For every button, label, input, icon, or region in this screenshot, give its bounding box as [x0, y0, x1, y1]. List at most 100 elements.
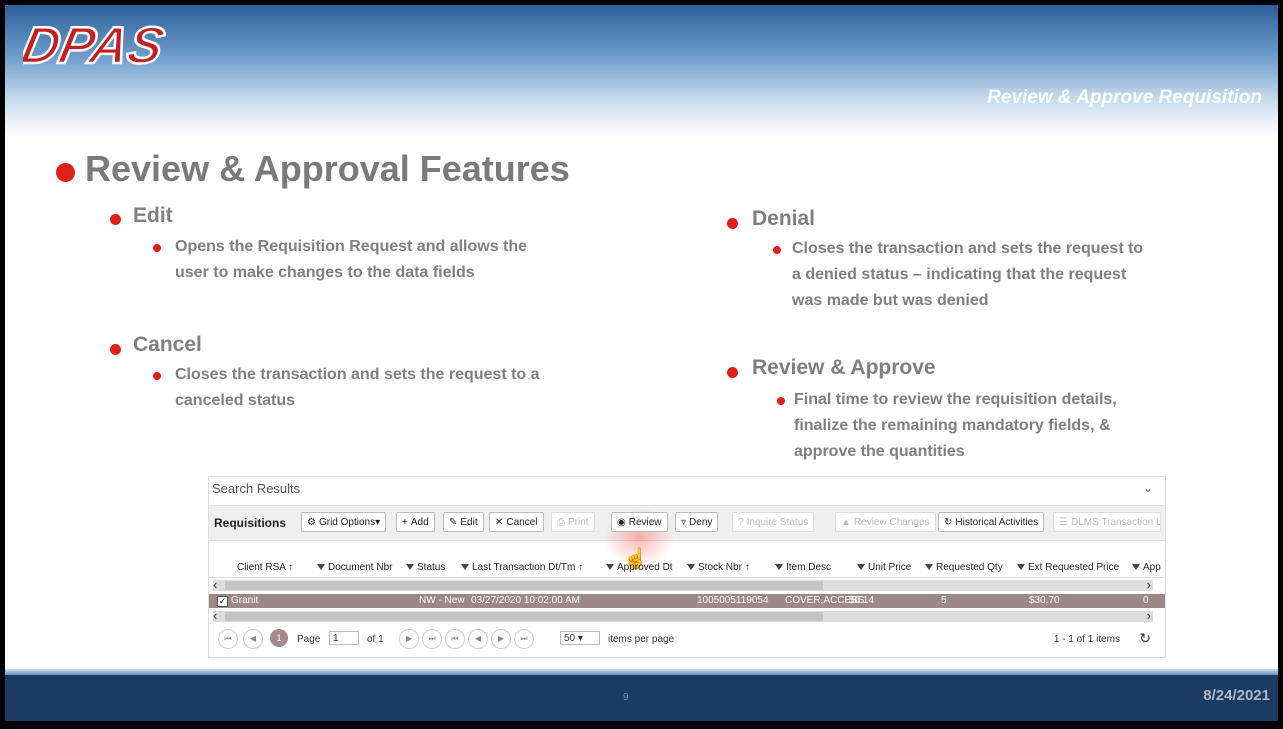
filter-icon[interactable] — [775, 564, 783, 571]
scroll-left-icon[interactable]: ‹ — [213, 608, 217, 623]
deny-button[interactable]: ▿ Deny — [675, 512, 719, 532]
filter-icon[interactable] — [606, 564, 614, 571]
inquire-status-label: Inquire Status — [746, 517, 809, 528]
scroll-left-icon[interactable]: ‹ — [213, 577, 217, 592]
cancel-button[interactable]: ✕ Cancel — [489, 512, 544, 532]
column-label: Stock Nbr — [698, 562, 742, 573]
bullet-icon — [110, 214, 121, 225]
dlms-transaction-label: DLMS Transaction L — [1070, 517, 1161, 528]
denial-detail-line-1: Closes the transaction and sets the requ… — [792, 240, 1144, 257]
historical-activities-button[interactable]: ↻ Historical Activities — [938, 512, 1045, 532]
column-document-nbr[interactable]: Document Nbr — [317, 562, 392, 573]
column-label: Approved Dt — [617, 562, 673, 573]
dpas-logo: DPAS — [23, 15, 171, 75]
edit-button-label: Edit — [460, 517, 478, 528]
last-page-icon[interactable]: ⏭ — [422, 629, 442, 649]
print-button[interactable]: ⎙ Print — [551, 512, 595, 532]
column-client-rsa[interactable]: Client RSA ↑ — [237, 562, 293, 573]
inquire-status-button[interactable]: ? Inquire Status — [732, 512, 815, 532]
bullet-icon — [727, 367, 738, 378]
scroll-right-icon[interactable]: › — [1147, 577, 1151, 592]
column-header-row: Client RSA ↑ Document Nbr Status Last Tr… — [209, 559, 1165, 578]
review-approve-detail-line-2: finalize the remaining mandatory fields,… — [794, 417, 1111, 434]
grid-toolbar: Requisitions ⚙ Grid Options▾ + Add ✎ Edit ✕… — [209, 505, 1165, 570]
column-requested-qty[interactable]: Requested Qty — [925, 562, 1003, 573]
add-button[interactable]: + Add — [396, 512, 435, 532]
column-stock-nbr[interactable]: Stock Nbr ↑ — [687, 562, 750, 573]
column-label: Item Desc — [786, 562, 832, 573]
grid-options-button[interactable]: ⚙ Grid Options▾ — [301, 512, 387, 532]
column-label: Document Nbr — [328, 562, 393, 573]
gear-icon: ⚙ — [307, 517, 316, 528]
review-approve-detail-line-1: Final time to review the requisition det… — [794, 391, 1117, 408]
column-label: Unit Price — [868, 562, 912, 573]
cell-stock-nbr: 1005005119054 — [697, 595, 769, 606]
prev-page-icon[interactable]: ◀ — [468, 629, 488, 649]
sort-arrow-icon: ↑ — [578, 562, 584, 573]
review-changes-label: Review Changes — [853, 517, 930, 528]
chevron-down-icon[interactable]: ⌄ — [1143, 481, 1153, 495]
footer-bar: 9 8/24/2021 — [5, 675, 1278, 721]
column-status[interactable]: Status — [406, 562, 445, 573]
cell-last-transaction: 03/27/2020 10:02:00 AM — [471, 595, 580, 606]
scrollbar-thumb[interactable] — [225, 581, 823, 590]
pencil-icon: ✎ — [449, 517, 458, 528]
edit-button[interactable]: ✎ Edit — [443, 512, 484, 532]
page-number-input[interactable]: 1 — [329, 631, 359, 645]
deny-label: Deny — [689, 517, 713, 528]
review-label: Review — [628, 517, 662, 528]
next-page-icon[interactable]: ▶ — [399, 629, 419, 649]
page-size-value: 50 — [564, 633, 576, 644]
filter-icon[interactable] — [461, 564, 469, 571]
column-app[interactable]: App — [1132, 562, 1161, 573]
table-row[interactable]: ✓ Granit NW - New 03/27/2020 10:02:00 AM… — [209, 594, 1165, 608]
scrollbar-thumb[interactable] — [225, 612, 823, 621]
row-checkbox[interactable]: ✓ — [217, 596, 228, 607]
bullet-icon — [727, 218, 738, 229]
first-page-icon[interactable]: ⏮ — [445, 629, 465, 649]
pager-summary: 1 - 1 of 1 items — [1053, 634, 1120, 645]
close-icon: ✕ — [495, 517, 504, 528]
filter-icon[interactable] — [1017, 564, 1025, 571]
refresh-icon[interactable]: ↻ — [1139, 630, 1151, 647]
top-horizontal-scrollbar[interactable]: ‹ › — [213, 577, 1153, 592]
bullet-icon — [110, 344, 121, 355]
add-label: Add — [410, 517, 429, 528]
page-size-select[interactable]: 50 ▾ — [560, 631, 600, 645]
filter-icon[interactable] — [925, 564, 933, 571]
column-unit-price[interactable]: Unit Price — [857, 562, 911, 573]
bullet-icon — [777, 397, 785, 405]
filter-icon[interactable] — [406, 564, 414, 571]
prev-page-icon[interactable]: ◀ — [243, 629, 263, 649]
review-changes-button[interactable]: ▲ Review Changes — [835, 512, 936, 532]
column-last-transaction[interactable]: Last Transaction Dt/Tm ↑ — [461, 562, 583, 573]
filter-icon[interactable] — [1132, 564, 1140, 571]
cell-status: NW - New — [419, 595, 465, 606]
last-page-icon[interactable]: ⏭ — [514, 629, 534, 649]
cancel-detail-line-2: canceled status — [175, 392, 296, 409]
column-label: Status — [417, 562, 446, 573]
filter-icon[interactable] — [687, 564, 695, 571]
edit-detail-line-2: user to make changes to the data fields — [175, 264, 475, 281]
bottom-horizontal-scrollbar[interactable]: ‹ › — [213, 608, 1153, 623]
column-ext-requested-price[interactable]: Ext Requested Price — [1017, 562, 1119, 573]
filter-icon[interactable] — [317, 564, 325, 571]
column-label: Ext Requested Price — [1028, 562, 1120, 573]
scroll-right-icon[interactable]: › — [1147, 608, 1151, 623]
filter-icon[interactable] — [857, 564, 865, 571]
edit-detail-line-1: Opens the Requisition Request and allows… — [175, 238, 528, 255]
current-page-button[interactable]: 1 — [270, 629, 288, 647]
grid-options-label: Grid Options▾ — [318, 517, 381, 528]
denial-detail-line-3: was made but was denied — [792, 292, 989, 309]
first-page-icon[interactable]: ⏮ — [218, 629, 238, 649]
grid-title: Requisitions — [214, 516, 287, 530]
review-button[interactable]: ◉ Review — [611, 512, 668, 532]
eye-icon: ◉ — [617, 517, 626, 528]
cell-app: 0 — [1143, 595, 1149, 606]
items-per-page-label: items per page — [608, 634, 675, 645]
dlms-transaction-button[interactable]: ☰ DLMS Transaction L — [1053, 512, 1161, 532]
column-approved-dt[interactable]: Approved Dt — [606, 562, 673, 573]
column-item-desc[interactable]: Item Desc — [775, 562, 831, 573]
next-page-icon[interactable]: ▶ — [491, 629, 511, 649]
svg-text:DPAS: DPAS — [23, 17, 169, 75]
